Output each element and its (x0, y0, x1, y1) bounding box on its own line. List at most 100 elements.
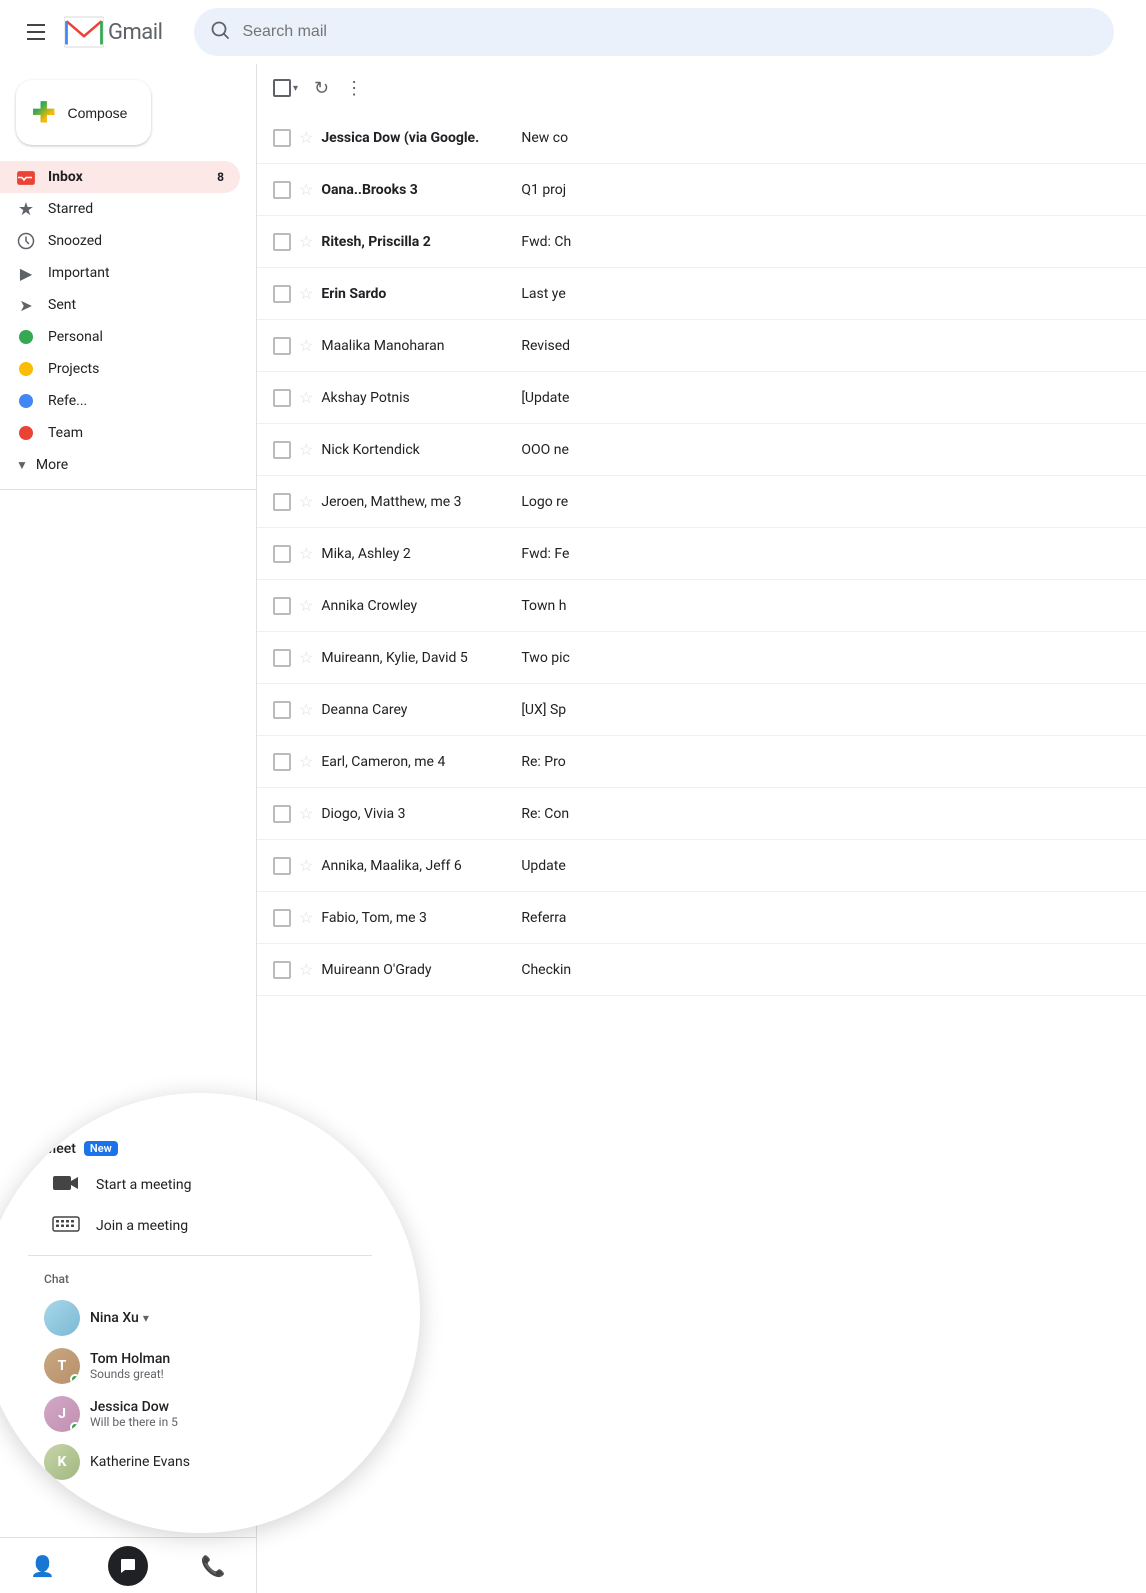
email-checkbox[interactable] (273, 545, 291, 563)
nina-avatar (44, 1300, 80, 1336)
email-subject: Re: Pro (521, 754, 1130, 770)
email-checkbox[interactable] (273, 129, 291, 147)
sidebar-item-important[interactable]: ▶ Important (0, 257, 240, 289)
sidebar-item-projects[interactable]: Projects (0, 353, 240, 385)
select-chevron-icon[interactable]: ▾ (293, 83, 298, 94)
search-bar[interactable] (194, 8, 1114, 56)
chat-user-nina[interactable]: Nina Xu ▾ (44, 1294, 356, 1342)
katherine-info: Katherine Evans (90, 1454, 356, 1470)
email-subject: New co (521, 130, 1130, 146)
join-meeting-button[interactable]: Join a meeting (28, 1206, 372, 1247)
email-row[interactable]: ☆ Jeroen, Matthew, me 3 Logo re (257, 476, 1146, 528)
select-all-area[interactable]: ▾ (273, 79, 298, 97)
email-checkbox[interactable] (273, 337, 291, 355)
email-checkbox[interactable] (273, 961, 291, 979)
email-row[interactable]: ☆ Muireann O'Grady Checkin (257, 944, 1146, 996)
sender-name: Muireann O'Grady (321, 962, 521, 978)
email-checkbox[interactable] (273, 441, 291, 459)
email-row[interactable]: ☆ Akshay Potnis [Update (257, 372, 1146, 424)
email-subject: Referra (521, 910, 1130, 926)
sidebar-item-team[interactable]: Team (0, 417, 240, 449)
sidebar-item-sent[interactable]: ➤ Sent (0, 289, 240, 321)
email-row[interactable]: ☆ Ritesh, Priscilla 2 Fwd: Ch (257, 216, 1146, 268)
email-row[interactable]: ☆ Oana..Brooks 3 Q1 proj (257, 164, 1146, 216)
email-checkbox[interactable] (273, 805, 291, 823)
email-row[interactable]: ☆ Fabio, Tom, me 3 Referra (257, 892, 1146, 944)
star-icon[interactable]: ☆ (299, 700, 313, 719)
personal-dot-icon (16, 327, 36, 347)
email-row[interactable]: ☆ Diogo, Vivia 3 Re: Con (257, 788, 1146, 840)
star-icon[interactable]: ☆ (299, 388, 313, 407)
chat-user-katherine[interactable]: K Katherine Evans (44, 1438, 356, 1486)
star-icon[interactable]: ☆ (299, 180, 313, 199)
star-icon[interactable]: ☆ (299, 908, 313, 927)
sender-name: Annika, Maalika, Jeff 6 (321, 858, 521, 874)
star-icon[interactable]: ☆ (299, 284, 313, 303)
email-subject: Town h (521, 598, 1130, 614)
email-checkbox[interactable] (273, 181, 291, 199)
email-checkbox[interactable] (273, 857, 291, 875)
sidebar-item-starred[interactable]: ★ Starred (0, 193, 240, 225)
star-icon[interactable]: ☆ (299, 752, 313, 771)
email-checkbox[interactable] (273, 753, 291, 771)
email-checkbox[interactable] (273, 909, 291, 927)
star-icon[interactable]: ☆ (299, 336, 313, 355)
chat-user-jessica[interactable]: J Jessica Dow Will be there in 5 (44, 1390, 356, 1438)
sidebar-item-personal[interactable]: Personal (0, 321, 240, 353)
star-icon[interactable]: ☆ (299, 440, 313, 459)
sidebar-item-inbox[interactable]: Inbox 8 (0, 161, 240, 193)
sender-name: Maalika Manoharan (321, 338, 521, 354)
email-checkbox[interactable] (273, 649, 291, 667)
more-button[interactable]: ▼ More (0, 449, 256, 481)
clock-icon (16, 231, 36, 251)
email-checkbox[interactable] (273, 285, 291, 303)
email-row[interactable]: ☆ Erin Sardo Last ye (257, 268, 1146, 320)
sidebar-item-snoozed[interactable]: Snoozed (0, 225, 240, 257)
email-row[interactable]: ☆ Jessica Dow (via Google. New co (257, 112, 1146, 164)
star-icon[interactable]: ☆ (299, 960, 313, 979)
sender-name: Muireann, Kylie, David 5 (321, 650, 521, 666)
chat-bottom-button[interactable] (108, 1546, 148, 1586)
compose-label: Compose (67, 105, 127, 121)
menu-button[interactable] (16, 12, 56, 52)
star-icon[interactable]: ☆ (299, 856, 313, 875)
email-row[interactable]: ☆ Nick Kortendick OOO ne (257, 424, 1146, 476)
email-row[interactable]: ☆ Annika, Maalika, Jeff 6 Update (257, 840, 1146, 892)
team-dot-icon (16, 423, 36, 443)
email-row[interactable]: ☆ Earl, Cameron, me 4 Re: Pro (257, 736, 1146, 788)
select-all-checkbox[interactable] (273, 79, 291, 97)
chat-user-tom[interactable]: T Tom Holman Sounds great! (44, 1342, 356, 1390)
star-icon[interactable]: ☆ (299, 648, 313, 667)
email-checkbox[interactable] (273, 701, 291, 719)
email-toolbar: ▾ ↻ ⋮ (257, 64, 1146, 112)
start-meeting-button[interactable]: Start a meeting (28, 1165, 372, 1206)
more-label: More (36, 457, 68, 473)
star-icon[interactable]: ☆ (299, 492, 313, 511)
email-subject: Q1 proj (521, 182, 1130, 198)
email-row[interactable]: ☆ Annika Crowley Town h (257, 580, 1146, 632)
email-row[interactable]: ☆ Muireann, Kylie, David 5 Two pic (257, 632, 1146, 684)
compose-button[interactable]: ✚ Compose (16, 80, 151, 145)
email-row[interactable]: ☆ Mika, Ashley 2 Fwd: Fe (257, 528, 1146, 580)
search-input[interactable] (242, 23, 1098, 41)
star-icon[interactable]: ☆ (299, 596, 313, 615)
email-checkbox[interactable] (273, 597, 291, 615)
email-subject: Checkin (521, 962, 1130, 978)
star-icon[interactable]: ☆ (299, 232, 313, 251)
email-checkbox[interactable] (273, 493, 291, 511)
email-row[interactable]: ☆ Maalika Manoharan Revised (257, 320, 1146, 372)
email-checkbox[interactable] (273, 389, 291, 407)
email-row[interactable]: ☆ Deanna Carey [UX] Sp (257, 684, 1146, 736)
phone-bottom-button[interactable]: 📞 (193, 1546, 233, 1586)
star-icon[interactable]: ☆ (299, 544, 313, 563)
sidebar-item-references[interactable]: Refe... (0, 385, 240, 417)
sent-label: Sent (48, 297, 224, 313)
star-icon[interactable]: ☆ (299, 804, 313, 823)
contacts-bottom-button[interactable]: 👤 (23, 1546, 63, 1586)
bottom-bar: 👤 📞 (0, 1537, 256, 1593)
sender-name: Diogo, Vivia 3 (321, 806, 521, 822)
email-checkbox[interactable] (273, 233, 291, 251)
more-options-button[interactable]: ⋮ (345, 78, 363, 99)
refresh-button[interactable]: ↻ (314, 78, 329, 99)
star-icon[interactable]: ☆ (299, 128, 313, 147)
